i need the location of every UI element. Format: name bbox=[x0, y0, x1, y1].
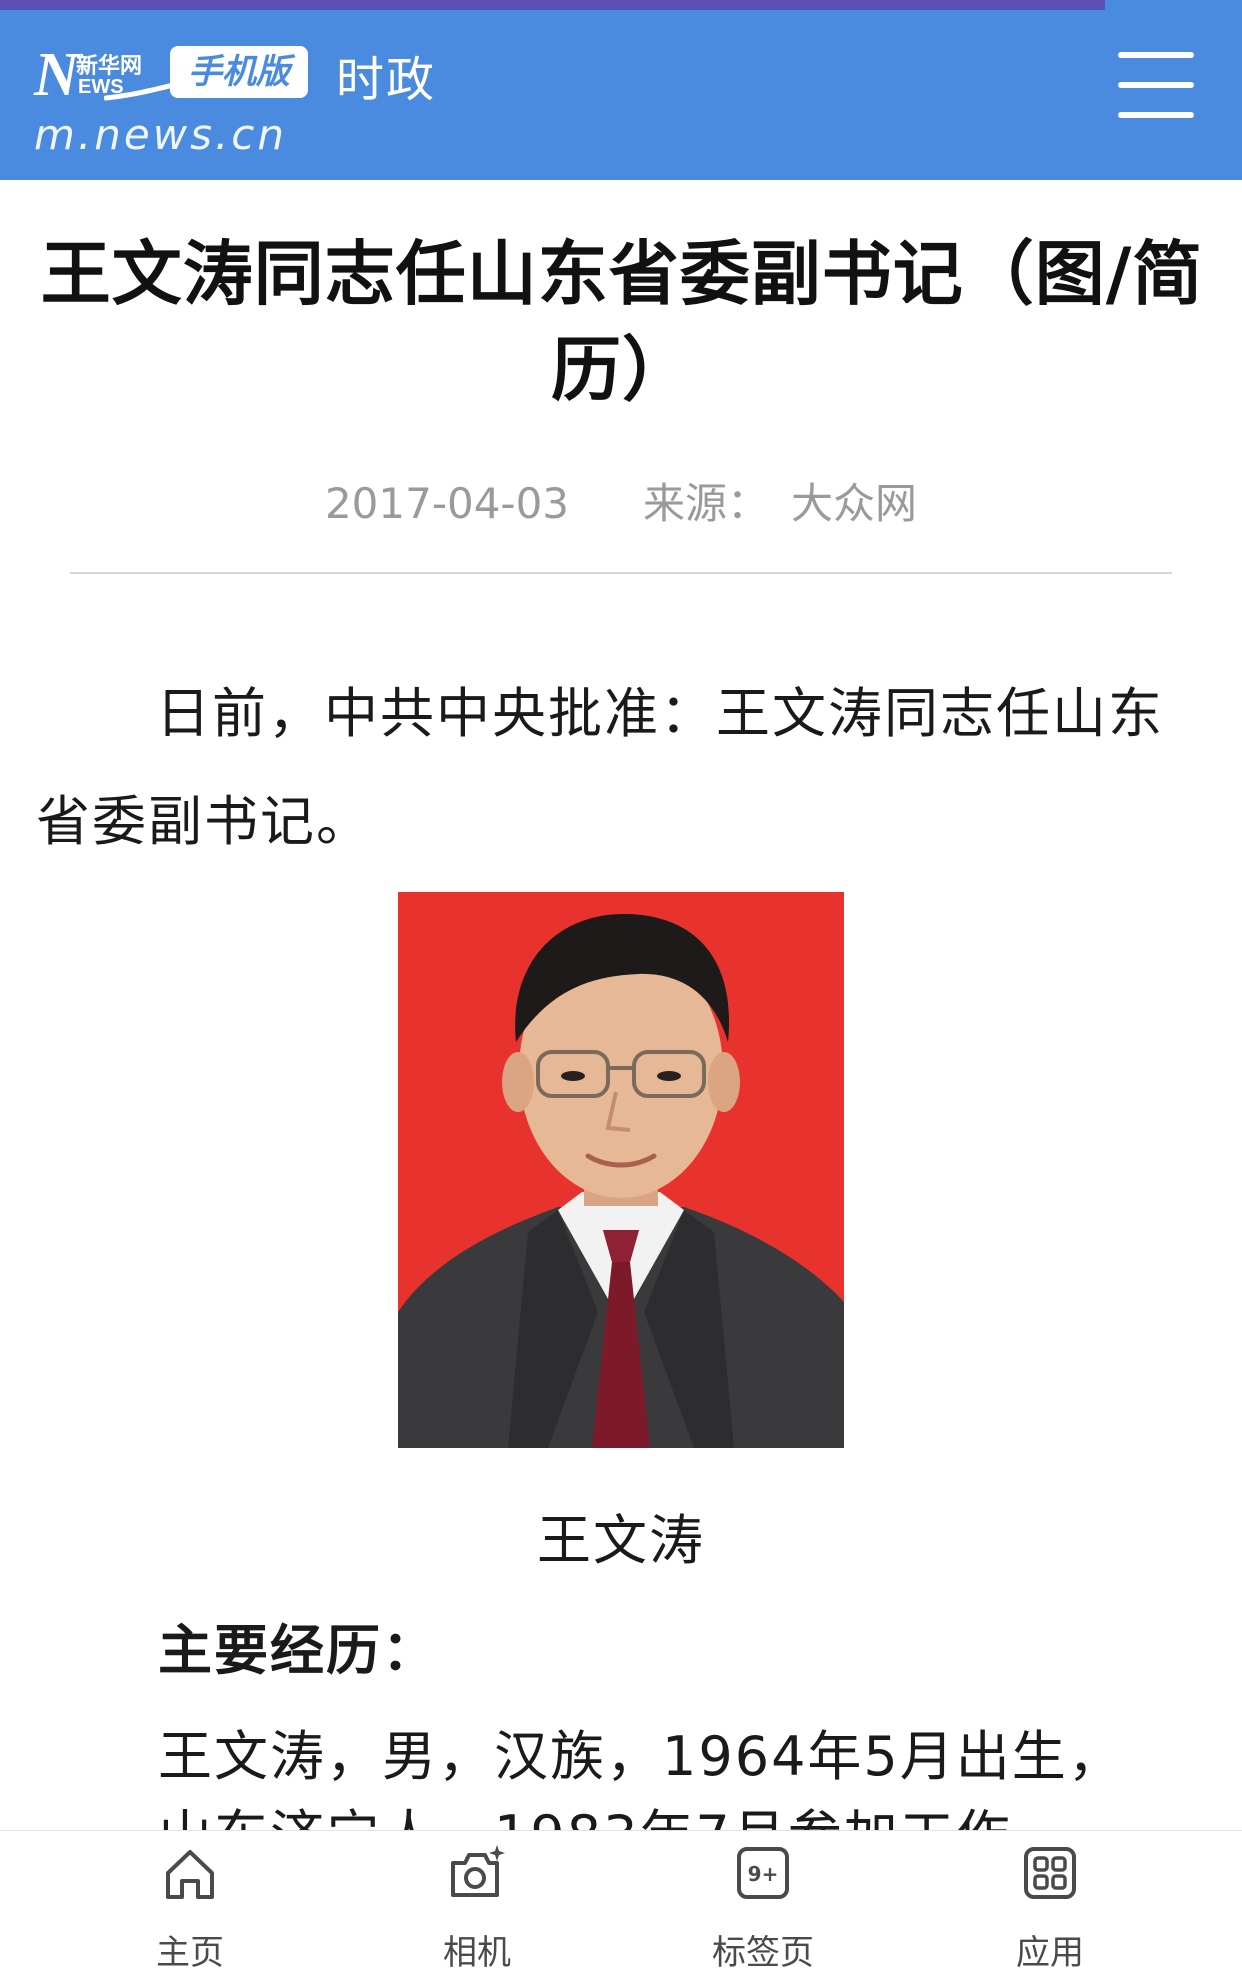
menu-button[interactable] bbox=[1114, 48, 1198, 122]
lead-paragraph: 日前，中共中央批准：王文涛同志任山东省委副书记。 bbox=[36, 682, 1164, 853]
menu-icon-bar bbox=[1118, 82, 1194, 88]
toolbar-label: 标签页 bbox=[712, 1933, 814, 1973]
toolbar-home-button[interactable]: 主页 bbox=[110, 1843, 270, 1973]
toolbar-apps-button[interactable]: 应用 bbox=[970, 1843, 1130, 1973]
menu-icon-bar bbox=[1118, 112, 1194, 118]
toolbar-label: 主页 bbox=[156, 1933, 224, 1973]
section-heading: 主要经历： bbox=[158, 1619, 438, 1682]
portrait-illustration bbox=[398, 892, 844, 1448]
logo-mark: N bbox=[34, 41, 79, 109]
xinhua-logo[interactable]: N 新华网 EWS 手机版 m.news.cn bbox=[34, 36, 334, 166]
tabs-count-badge: 9+ bbox=[748, 1862, 779, 1886]
publish-date: 2017-04-03 bbox=[324, 479, 570, 528]
browser-toolbar: 主页 相机 9+ 标签页 应用 bbox=[0, 1830, 1242, 1980]
menu-icon-bar bbox=[1118, 52, 1194, 58]
site-header: N 新华网 EWS 手机版 m.news.cn 时政 bbox=[0, 10, 1242, 180]
toolbar-camera-button[interactable]: 相机 bbox=[397, 1843, 557, 1973]
toolbar-label: 相机 bbox=[443, 1933, 511, 1973]
article-meta: 2017-04-03 来源： 大众网 bbox=[0, 470, 1242, 531]
load-progress-fill bbox=[0, 0, 1105, 10]
photo-caption: 王文涛 bbox=[537, 1509, 705, 1572]
mobile-edition-badge: 手机版 bbox=[170, 46, 308, 98]
bio-paragraph: 王文涛，男，汉族，1964年5月出生， bbox=[158, 1725, 1124, 1788]
camera-icon bbox=[451, 1845, 505, 1897]
channel-title[interactable]: 时政 bbox=[336, 40, 436, 110]
tabs-icon: 9+ bbox=[737, 1847, 789, 1899]
toolbar-label: 应用 bbox=[1016, 1933, 1084, 1973]
toolbar-tabs-button[interactable]: 9+ 标签页 bbox=[683, 1843, 843, 1973]
article-title: 王文涛同志任山东省委副书记（图/简历） bbox=[40, 233, 1204, 411]
home-icon bbox=[166, 1850, 214, 1899]
site-url: m.news.cn bbox=[34, 110, 288, 159]
page: N 新华网 EWS 手机版 m.news.cn 时政 王文涛同志任山东省委副书记… bbox=[0, 0, 1242, 1980]
apps-grid-icon bbox=[1024, 1847, 1076, 1899]
load-progress-track bbox=[0, 0, 1242, 10]
source-label: 来源： bbox=[643, 479, 770, 528]
meta-divider bbox=[70, 572, 1172, 574]
portrait-photo[interactable] bbox=[398, 892, 844, 1448]
source-name: 大众网 bbox=[791, 479, 918, 528]
bio-paragraph-partial: 山东济宁人，1983年7月参加工作 bbox=[158, 1806, 1178, 1832]
